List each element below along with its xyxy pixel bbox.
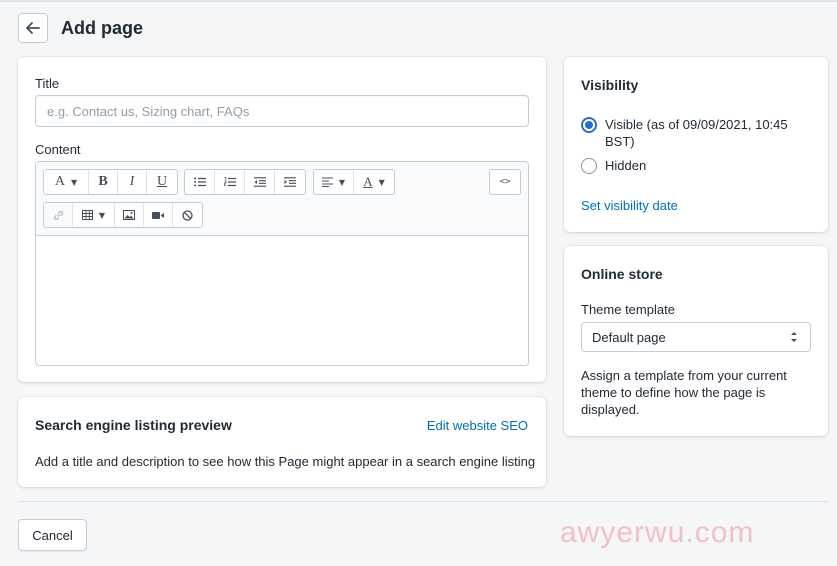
insert-image-button[interactable] xyxy=(115,203,144,227)
cancel-button[interactable]: Cancel xyxy=(18,519,87,551)
text-format-group: A ▼ B I U xyxy=(43,169,178,195)
clear-formatting-icon xyxy=(182,209,193,221)
chevron-down-icon: ▼ xyxy=(70,177,78,187)
page-title: Add page xyxy=(61,17,144,38)
chevron-down-icon: ▼ xyxy=(338,177,346,187)
outdent-icon xyxy=(253,177,266,187)
arrow-left-icon xyxy=(26,22,40,34)
online-store-heading: Online store xyxy=(581,266,663,282)
theme-template-label: Theme template xyxy=(581,302,675,317)
watermark: awyerwu.com xyxy=(560,516,755,549)
seo-preview-card: Search engine listing preview Edit websi… xyxy=(18,397,546,487)
video-icon xyxy=(152,211,164,219)
theme-template-select[interactable]: Default page xyxy=(581,322,811,352)
online-store-card: Online store Theme template Default page… xyxy=(564,246,828,436)
hidden-radio-label: Hidden xyxy=(605,158,647,173)
title-input[interactable] xyxy=(35,95,529,127)
insert-group: ▼ xyxy=(43,202,203,228)
align-color-group: ▼ A ▼ xyxy=(313,169,395,195)
font-style-dropdown[interactable]: A ▼ xyxy=(44,170,89,194)
outdent-button[interactable] xyxy=(245,170,275,194)
seo-preview-heading: Search engine listing preview xyxy=(35,417,232,433)
align-left-icon xyxy=(321,177,333,187)
code-view-button[interactable]: <> xyxy=(490,170,520,194)
visible-radio[interactable] xyxy=(581,117,597,133)
visibility-card: Visibility Visible (as of 09/09/2021, 10… xyxy=(564,57,828,232)
code-view-group: <> xyxy=(489,169,521,195)
indent-icon xyxy=(284,177,296,187)
list-indent-group xyxy=(184,169,306,195)
link-button[interactable] xyxy=(44,203,73,227)
italic-button[interactable]: I xyxy=(118,170,147,194)
theme-template-value: Default page xyxy=(592,329,666,345)
rich-text-editor: A ▼ B I U ▼ A ▼ <> ▼ xyxy=(35,161,529,366)
underline-button[interactable]: U xyxy=(147,170,177,194)
font-style-label: A xyxy=(54,174,65,189)
hidden-option[interactable]: Hidden xyxy=(581,157,805,174)
select-arrows-icon xyxy=(791,332,797,342)
title-label: Title xyxy=(35,76,60,91)
text-color-dropdown[interactable]: A ▼ xyxy=(354,170,394,194)
insert-video-button[interactable] xyxy=(144,203,173,227)
bullet-list-button[interactable] xyxy=(185,170,215,194)
align-dropdown[interactable]: ▼ xyxy=(314,170,354,194)
edit-website-seo-link[interactable]: Edit website SEO xyxy=(427,418,528,433)
visible-option[interactable]: Visible (as of 09/09/2021, 10:45 BST) xyxy=(581,116,805,150)
indent-button[interactable] xyxy=(275,170,305,194)
content-label: Content xyxy=(35,142,81,157)
visible-radio-label: Visible (as of 09/09/2021, 10:45 BST) xyxy=(605,117,788,149)
text-color-label: A xyxy=(363,174,373,189)
bullet-list-icon xyxy=(193,177,206,187)
chevron-down-icon: ▼ xyxy=(378,177,385,187)
image-icon xyxy=(123,210,135,220)
top-border xyxy=(0,0,837,2)
bold-button[interactable]: B xyxy=(89,170,118,194)
link-icon xyxy=(53,210,63,220)
footer-divider xyxy=(18,501,828,502)
page-header: Add page xyxy=(18,12,143,44)
page-content-card: Title Content A▼ B I U xyxy=(18,57,546,382)
table-dropdown[interactable]: ▼ xyxy=(73,203,115,227)
chevron-down-icon: ▼ xyxy=(98,210,106,220)
table-icon xyxy=(81,210,93,220)
clear-formatting-button[interactable] xyxy=(173,203,202,227)
hidden-radio[interactable] xyxy=(581,158,597,174)
seo-preview-description: Add a title and description to see how t… xyxy=(35,454,536,469)
editor-toolbar: A ▼ B I U ▼ A ▼ <> ▼ xyxy=(36,162,528,236)
editor-content-area[interactable] xyxy=(36,236,528,365)
numbered-list-button[interactable] xyxy=(215,170,245,194)
numbered-list-icon xyxy=(223,177,236,187)
set-visibility-date-link[interactable]: Set visibility date xyxy=(581,198,678,213)
theme-template-help-text: Assign a template from your current them… xyxy=(581,368,787,417)
back-button[interactable] xyxy=(18,13,48,43)
visibility-heading: Visibility xyxy=(581,77,639,93)
